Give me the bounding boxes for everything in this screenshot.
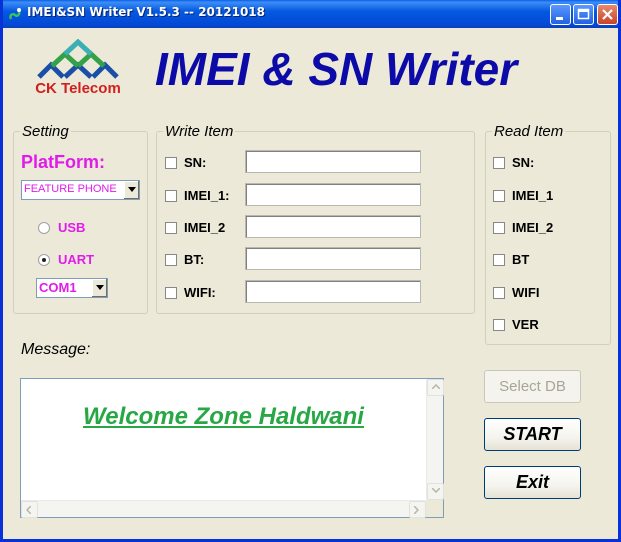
read-ver-label: VER: [512, 317, 539, 332]
dropdown-arrow-icon[interactable]: [123, 181, 139, 199]
checkbox[interactable]: [165, 287, 177, 299]
usb-radio-button[interactable]: [38, 222, 50, 234]
app-icon: [8, 6, 24, 22]
usb-radio-label: USB: [58, 220, 86, 235]
uart-radio-button[interactable]: [38, 254, 50, 266]
checkbox[interactable]: [165, 222, 177, 234]
com-port-select[interactable]: COM1: [36, 278, 108, 298]
message-label: Message:: [21, 341, 91, 358]
app-title: IMEI & SN Writer: [155, 43, 518, 95]
logo-mark-icon: [37, 38, 119, 79]
write-imei2-label: IMEI_2: [184, 220, 226, 235]
write-item-group-label: Write Item: [163, 123, 236, 140]
app-window: IMEI&SN Writer V1.5.3 -- 20121018 CK Tel…: [0, 0, 621, 542]
read-sn-label: SN:: [512, 155, 535, 170]
scrollbar-corner: [426, 500, 443, 517]
write-item-group: Write Item SN: IMEI_1: IMEI_2 BT: WIFI:: [156, 123, 475, 314]
checkbox[interactable]: [165, 190, 177, 202]
vertical-scrollbar[interactable]: [426, 379, 444, 500]
select-db-button[interactable]: Select DB: [484, 370, 581, 403]
scroll-down-button[interactable]: [427, 483, 444, 500]
checkbox[interactable]: [165, 157, 177, 169]
platform-select[interactable]: FEATURE PHONE: [21, 180, 140, 200]
bt-input[interactable]: [245, 247, 421, 270]
platform-select-value: FEATURE PHONE: [24, 183, 117, 195]
sn-input[interactable]: [245, 150, 421, 173]
dropdown-arrow-icon[interactable]: [91, 279, 107, 297]
ck-telecom-logo: CK Telecom: [27, 38, 129, 101]
scroll-up-button[interactable]: [427, 379, 444, 396]
title-bar[interactable]: IMEI&SN Writer V1.5.3 -- 20121018: [3, 0, 618, 28]
maximize-button[interactable]: [573, 4, 594, 25]
checkbox[interactable]: [165, 254, 177, 266]
read-imei1-label: IMEI_1: [512, 188, 554, 203]
wifi-input[interactable]: [245, 280, 421, 303]
read-imei2-label: IMEI_2: [512, 220, 554, 235]
write-sn-label: SN:: [184, 155, 207, 170]
checkbox[interactable]: [493, 254, 505, 266]
checkbox[interactable]: [493, 222, 505, 234]
minimize-button[interactable]: [550, 4, 571, 25]
read-wifi-label: WIFI: [512, 285, 540, 300]
checkbox[interactable]: [493, 287, 505, 299]
scroll-right-button[interactable]: [409, 501, 426, 518]
horizontal-scrollbar[interactable]: [21, 500, 426, 518]
scroll-left-button[interactable]: [21, 501, 38, 518]
start-button[interactable]: START: [484, 418, 581, 451]
message-textarea[interactable]: Welcome Zone Haldwani: [20, 378, 444, 518]
read-item-group: Read Item SN: IMEI_1 IMEI_2 BT WIFI VER: [485, 123, 611, 345]
close-button[interactable]: [597, 4, 618, 25]
imei2-input[interactable]: [245, 215, 421, 238]
write-wifi-label: WIFI:: [184, 285, 216, 300]
imei1-input[interactable]: [245, 183, 421, 206]
exit-button[interactable]: Exit: [484, 466, 581, 499]
checkbox[interactable]: [493, 190, 505, 202]
read-item-group-label: Read Item: [492, 123, 566, 140]
setting-group: Setting PlatForm: FEATURE PHONE USB UART…: [13, 123, 148, 314]
com-port-value: COM1: [39, 280, 77, 295]
logo-text: CK Telecom: [35, 80, 121, 97]
write-bt-label: BT:: [184, 252, 205, 267]
uart-radio-label: UART: [58, 252, 95, 267]
checkbox[interactable]: [493, 319, 505, 331]
write-imei1-label: IMEI_1:: [184, 188, 230, 203]
platform-label: PlatForm:: [21, 152, 106, 172]
message-text: Welcome Zone Haldwani: [83, 403, 364, 430]
window-title: IMEI&SN Writer V1.5.3 -- 20121018: [27, 5, 265, 19]
checkbox[interactable]: [493, 157, 505, 169]
read-bt-label: BT: [512, 252, 530, 267]
setting-group-label: Setting: [20, 123, 71, 140]
